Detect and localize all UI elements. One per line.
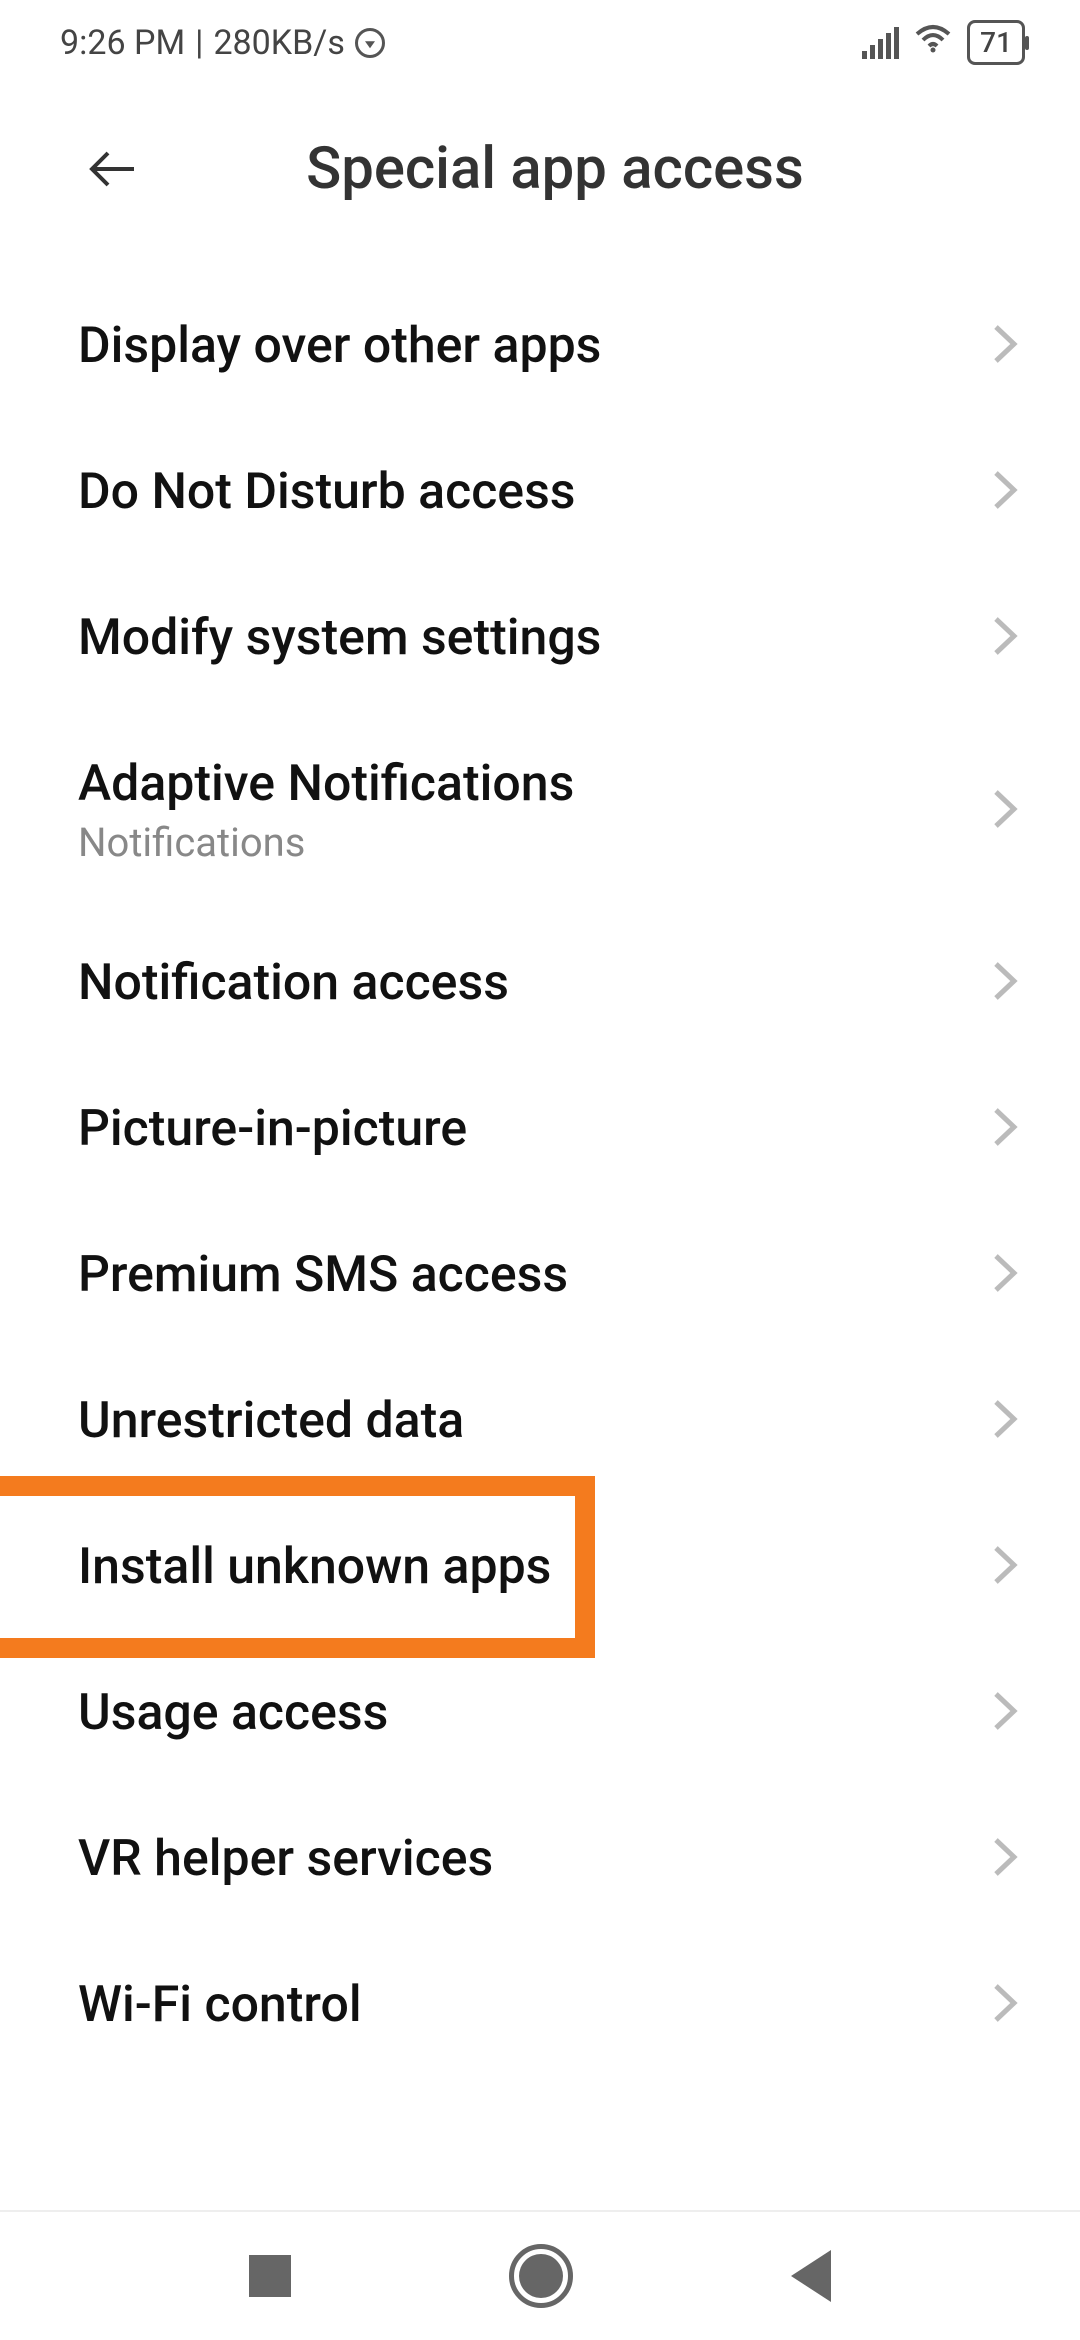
chevron-right-icon	[990, 469, 1020, 515]
item-display-over-other-apps[interactable]: Display over other apps	[0, 273, 1080, 419]
page-title: Special app access	[80, 135, 1030, 203]
battery-level: 71	[980, 26, 1012, 59]
battery-icon: 71	[967, 20, 1025, 65]
status-separator: |	[195, 23, 203, 63]
item-adaptive-notifications[interactable]: Adaptive Notifications Notifications	[0, 711, 1080, 910]
chevron-right-icon	[990, 323, 1020, 369]
item-label: VR helper services	[78, 1830, 493, 1888]
item-label: Display over other apps	[78, 317, 601, 375]
chevron-right-icon	[990, 1836, 1020, 1882]
item-label: Unrestricted data	[78, 1392, 464, 1450]
nav-back-button[interactable]	[791, 2250, 831, 2302]
item-vr-helper-services[interactable]: VR helper services	[0, 1786, 1080, 1932]
chevron-right-icon	[990, 788, 1020, 834]
chevron-right-icon	[990, 1106, 1020, 1152]
status-time: 9:26 PM	[60, 23, 185, 63]
item-label: Do Not Disturb access	[78, 463, 576, 521]
chevron-right-icon	[990, 1252, 1020, 1298]
item-premium-sms-access[interactable]: Premium SMS access	[0, 1202, 1080, 1348]
item-modify-system-settings[interactable]: Modify system settings	[0, 565, 1080, 711]
status-right: 71	[862, 20, 1025, 65]
item-unrestricted-data[interactable]: Unrestricted data	[0, 1348, 1080, 1494]
item-label: Install unknown apps	[78, 1538, 551, 1596]
item-label: Notification access	[78, 954, 509, 1012]
item-label: Wi-Fi control	[78, 1976, 362, 2034]
alarm-icon	[355, 28, 385, 58]
item-label: Premium SMS access	[78, 1246, 568, 1304]
chevron-right-icon	[990, 1982, 1020, 2028]
item-picture-in-picture[interactable]: Picture-in-picture	[0, 1056, 1080, 1202]
nav-recents-button[interactable]	[249, 2255, 291, 2297]
status-speed: 280KB/s	[213, 23, 344, 63]
chevron-right-icon	[990, 960, 1020, 1006]
item-label: Picture-in-picture	[78, 1100, 467, 1158]
item-usage-access[interactable]: Usage access	[0, 1640, 1080, 1786]
item-wifi-control[interactable]: Wi-Fi control	[0, 1932, 1080, 2078]
chevron-right-icon	[990, 615, 1020, 661]
item-label: Adaptive Notifications	[78, 755, 574, 813]
item-do-not-disturb-access[interactable]: Do Not Disturb access	[0, 419, 1080, 565]
item-label: Modify system settings	[78, 609, 601, 667]
item-sublabel: Notifications	[78, 819, 574, 866]
item-notification-access[interactable]: Notification access	[0, 910, 1080, 1056]
wifi-icon	[913, 22, 953, 63]
chevron-right-icon	[990, 1690, 1020, 1736]
item-label: Usage access	[78, 1684, 388, 1742]
nav-home-button[interactable]	[509, 2244, 573, 2308]
status-bar: 9:26 PM | 280KB/s 71	[0, 0, 1080, 75]
status-left: 9:26 PM | 280KB/s	[60, 23, 385, 63]
chevron-right-icon	[990, 1544, 1020, 1590]
header: Special app access	[0, 75, 1080, 243]
settings-list: Display over other apps Do Not Disturb a…	[0, 243, 1080, 2078]
signal-icon	[862, 27, 899, 59]
item-install-unknown-apps[interactable]: Install unknown apps	[0, 1494, 1080, 1640]
chevron-right-icon	[990, 1398, 1020, 1444]
navigation-bar	[0, 2210, 1080, 2340]
